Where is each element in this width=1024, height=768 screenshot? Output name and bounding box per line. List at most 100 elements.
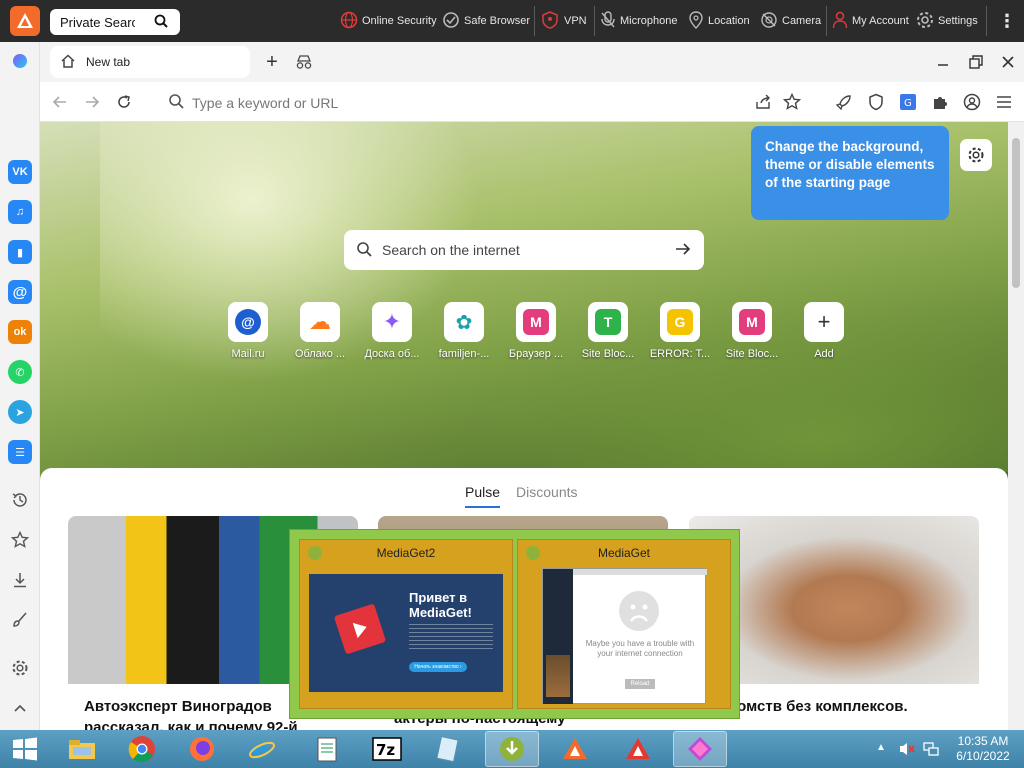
- tile-familjen[interactable]: ✿ familjen-...: [428, 302, 500, 360]
- lists-icon[interactable]: ☰: [8, 440, 32, 464]
- start-button[interactable]: [0, 731, 50, 767]
- bookmarks-star-icon[interactable]: [10, 530, 30, 550]
- mailru-icon: @: [235, 309, 261, 335]
- downloads-icon[interactable]: [10, 570, 30, 590]
- forward-arrow-icon[interactable]: [82, 92, 102, 112]
- scroll-thumb[interactable]: [1012, 138, 1020, 288]
- network-icon[interactable]: [922, 740, 940, 761]
- camera-button[interactable]: Camera: [760, 0, 821, 42]
- settings-button[interactable]: Settings: [916, 0, 978, 42]
- tile-site-blocker[interactable]: T Site Bloc...: [572, 302, 644, 360]
- camera-label: Camera: [782, 15, 822, 27]
- share-icon[interactable]: [754, 92, 774, 112]
- tile-board[interactable]: ✦ Доска об...: [356, 302, 428, 360]
- safe-browser-button[interactable]: Safe Browser: [442, 0, 530, 42]
- stats-icon[interactable]: ▮: [8, 240, 32, 264]
- extensions-puzzle-icon[interactable]: [930, 92, 950, 112]
- my-account-button[interactable]: My Account: [832, 0, 909, 42]
- hamburger-menu-icon[interactable]: [994, 92, 1014, 112]
- tab-pulse[interactable]: Pulse: [465, 484, 501, 508]
- toolbar-divider: [594, 6, 595, 36]
- arrow-right-icon[interactable]: [674, 240, 692, 261]
- online-security-label: Online Security: [362, 15, 437, 27]
- microphone-button[interactable]: Microphone: [600, 0, 677, 42]
- customize-gear-icon[interactable]: [960, 139, 992, 171]
- vpn-label: VPN: [564, 15, 587, 27]
- tile-mailru[interactable]: @ Mail.ru: [212, 302, 284, 360]
- avast-logo-icon[interactable]: [10, 6, 40, 36]
- reload-icon[interactable]: [114, 92, 134, 112]
- telegram-icon[interactable]: ➤: [8, 400, 32, 424]
- tab-new-tab[interactable]: New tab: [50, 46, 250, 78]
- translate-icon[interactable]: G: [898, 92, 918, 112]
- firefox-icon[interactable]: [175, 731, 229, 767]
- mediaget-taskbar-icon[interactable]: [485, 731, 539, 767]
- app-topbar: [573, 569, 707, 575]
- system-clock[interactable]: 10:35 AM 6/10/2022: [950, 734, 1016, 764]
- private-search-box[interactable]: Private Search: [50, 9, 180, 35]
- security-toolbar: Private Search Online Security Safe Brow…: [0, 0, 1024, 42]
- theme-brush-icon[interactable]: [10, 610, 30, 630]
- avast-secure-browser-icon[interactable]: [611, 731, 665, 767]
- tile-browser[interactable]: M Браузер ...: [500, 302, 572, 360]
- rocket-icon[interactable]: [834, 92, 854, 112]
- card-title: знакомств без комплексов.: [705, 698, 908, 715]
- show-hidden-icons-icon[interactable]: ▲: [876, 742, 886, 753]
- tile-cloud[interactable]: ☁ Облако ...: [284, 302, 356, 360]
- history-icon[interactable]: [10, 490, 30, 510]
- more-menu-icon[interactable]: ⋮: [998, 0, 1016, 42]
- new-tab-plus-icon[interactable]: +: [262, 51, 282, 73]
- url-input[interactable]: Type a keyword or URL: [168, 93, 338, 112]
- music-icon[interactable]: ♫: [8, 200, 32, 224]
- location-label: Location: [708, 15, 750, 27]
- tile-site-blocker-2[interactable]: M Site Bloc...: [716, 302, 788, 360]
- avast-browser-icon[interactable]: [548, 731, 602, 767]
- crystal-browser-icon[interactable]: [673, 731, 727, 767]
- vk-icon[interactable]: VK: [8, 160, 32, 184]
- internet-search-input[interactable]: Search on the internet: [344, 230, 704, 270]
- search-icon[interactable]: [154, 14, 168, 31]
- whatsapp-icon[interactable]: ✆: [8, 360, 32, 384]
- back-arrow-icon[interactable]: [50, 92, 70, 112]
- internet-explorer-icon[interactable]: e: [235, 731, 289, 767]
- incognito-icon[interactable]: [294, 52, 314, 72]
- location-button[interactable]: Location: [688, 0, 750, 42]
- sidebar-settings-icon[interactable]: [10, 658, 30, 678]
- feed-tabs: Pulse Discounts: [465, 484, 578, 508]
- connection-error-message: Maybe you have a trouble with your inter…: [585, 639, 695, 658]
- 7zip-icon[interactable]: 7z: [360, 731, 414, 767]
- mediaget2-thumbnail[interactable]: MediaGet2 Привет в MediaGet! Начать знак…: [299, 539, 513, 709]
- account-icon[interactable]: [962, 92, 982, 112]
- chrome-icon[interactable]: [115, 731, 169, 767]
- vpn-button[interactable]: VPN: [540, 0, 587, 42]
- page-scrollbar[interactable]: [1008, 122, 1024, 730]
- minimize-icon[interactable]: [933, 52, 953, 72]
- restore-icon[interactable]: [966, 52, 986, 72]
- globe-shield-icon: [340, 11, 358, 32]
- mail-icon[interactable]: @: [8, 280, 32, 304]
- tab-strip: New tab +: [40, 42, 1024, 82]
- vpn-shield-icon: [540, 10, 560, 33]
- thumbnail-title: MediaGet: [597, 546, 651, 560]
- odnoklassniki-icon[interactable]: ok: [8, 320, 32, 344]
- mediaget-thumbnail[interactable]: MediaGet Maybe you have a trouble with y…: [517, 539, 731, 709]
- settings-label: Settings: [938, 15, 978, 27]
- speed-dial: @ Mail.ru ☁ Облако ... ✦ Доска об... ✿ famil…: [212, 302, 860, 360]
- search-icon: [356, 241, 372, 260]
- bookmark-star-icon[interactable]: [782, 92, 802, 112]
- tile-error[interactable]: G ERROR: T...: [644, 302, 716, 360]
- notepad-icon[interactable]: [300, 731, 354, 767]
- clock-date: 6/10/2022: [956, 749, 1010, 763]
- collapse-up-icon[interactable]: [10, 698, 30, 718]
- alice-assistant-icon[interactable]: [10, 51, 30, 71]
- tile-add[interactable]: + Add: [788, 302, 860, 360]
- file-explorer-icon[interactable]: [55, 731, 109, 767]
- shield-icon[interactable]: [866, 92, 886, 112]
- online-security-button[interactable]: Online Security: [340, 0, 437, 42]
- search-placeholder: Search on the internet: [382, 242, 520, 258]
- location-off-icon: [688, 10, 704, 32]
- close-window-icon[interactable]: [998, 52, 1018, 72]
- notebook-icon[interactable]: [420, 731, 474, 767]
- tab-discounts[interactable]: Discounts: [516, 484, 577, 508]
- volume-muted-icon[interactable]: [898, 740, 916, 761]
